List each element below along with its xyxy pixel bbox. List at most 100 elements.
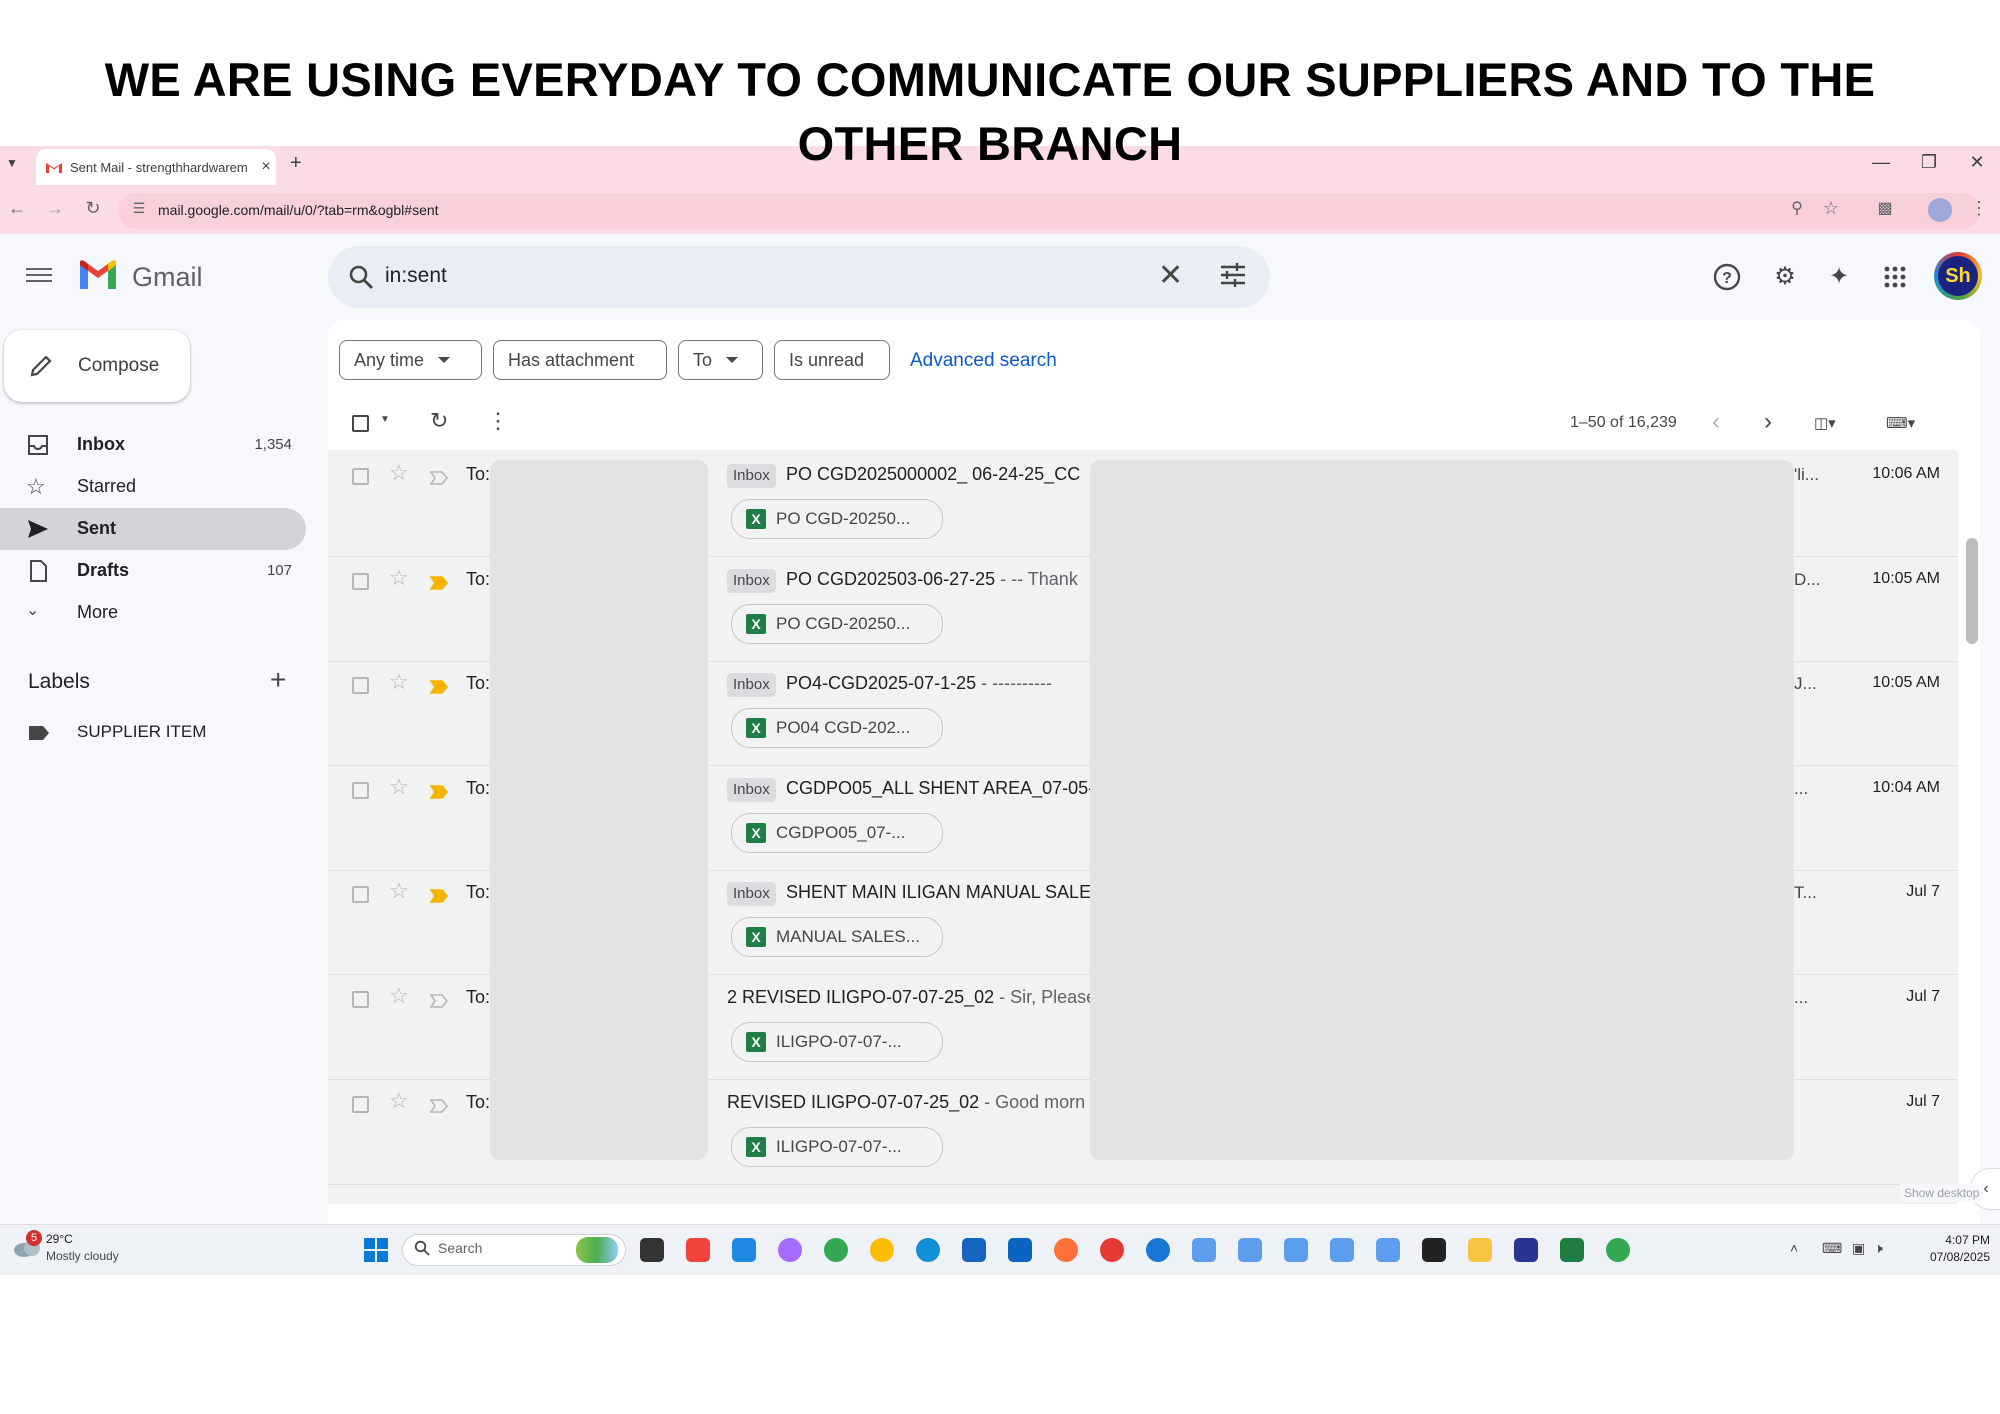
url-text[interactable]: mail.google.com/mail/u/0/?tab=rm&ogbl#se… — [158, 202, 439, 218]
row-checkbox[interactable] — [352, 677, 369, 694]
select-caret-icon[interactable]: ▼ — [380, 414, 390, 425]
remote-app-5-icon[interactable] — [1376, 1238, 1400, 1262]
copilot-icon[interactable] — [778, 1238, 802, 1262]
importance-marker-icon[interactable] — [429, 680, 449, 694]
chrome-active-icon[interactable] — [1100, 1238, 1124, 1262]
window-close-icon[interactable]: ✕ — [1962, 152, 1992, 173]
add-label-icon[interactable]: + — [270, 664, 286, 696]
attachment-chip[interactable]: X MANUAL SALES... — [731, 917, 943, 957]
store-icon[interactable] — [962, 1238, 986, 1262]
file-explorer-alt-icon[interactable] — [732, 1238, 756, 1262]
apps-grid-icon[interactable] — [1880, 262, 1910, 292]
message-subject[interactable]: PO CGD2025000002_ 06-24-25_CC — [786, 464, 1090, 485]
attachment-chip[interactable]: X ILIGPO-07-07-... — [731, 1022, 943, 1062]
star-icon[interactable]: ☆ — [389, 878, 409, 904]
excel-icon[interactable] — [1560, 1238, 1584, 1262]
search-icon[interactable] — [348, 264, 374, 290]
back-icon[interactable]: ← — [4, 198, 30, 219]
importance-marker-icon[interactable] — [429, 576, 449, 590]
star-icon[interactable]: ☆ — [389, 669, 409, 695]
reload-icon[interactable]: ↻ — [80, 198, 106, 219]
importance-marker-icon[interactable] — [429, 994, 449, 1008]
select-all-checkbox[interactable] — [352, 415, 369, 432]
filter-is-unread[interactable]: Is unread — [774, 340, 890, 380]
importance-marker-icon[interactable] — [429, 471, 449, 485]
extensions-icon[interactable]: ▩ — [1872, 198, 1898, 218]
refresh-icon[interactable]: ↻ — [430, 408, 448, 434]
outlook-icon[interactable] — [1008, 1238, 1032, 1262]
zoom-icon[interactable]: ⚲ — [1784, 198, 1810, 218]
attachment-chip[interactable]: X PO CGD-20250... — [731, 499, 943, 539]
star-icon[interactable]: ☆ — [389, 774, 409, 800]
show-hidden-icons-icon[interactable]: ˄ — [1790, 1240, 1798, 1256]
anydesk-icon[interactable] — [686, 1238, 710, 1262]
search-bar[interactable] — [328, 246, 1270, 308]
message-subject[interactable]: 2 REVISED ILIGPO-07-07-25_02 - Sir, Plea… — [727, 987, 1090, 1008]
settings-gear-icon[interactable]: ⚙ — [1770, 262, 1800, 292]
tab-list-icon[interactable]: ▼ — [6, 156, 18, 170]
main-menu-icon[interactable] — [26, 264, 52, 284]
chrome-badge-icon[interactable] — [1606, 1238, 1630, 1262]
more-options-icon[interactable]: ⋮ — [487, 408, 509, 434]
search-options-icon[interactable] — [1218, 262, 1248, 288]
chrome-icon[interactable] — [824, 1238, 848, 1262]
split-pane-icon[interactable]: ◫▾ — [1814, 414, 1836, 432]
older-page-icon[interactable]: › — [1764, 408, 1772, 436]
scrollbar-thumb[interactable] — [1966, 538, 1978, 644]
sticky-notes-icon[interactable] — [1422, 1238, 1446, 1262]
help-icon[interactable]: ? — [1712, 262, 1742, 292]
filter-to[interactable]: To — [678, 340, 763, 380]
star-icon[interactable]: ☆ — [389, 1088, 409, 1114]
importance-marker-icon[interactable] — [429, 1099, 449, 1113]
profile-avatar-icon[interactable] — [1928, 198, 1952, 222]
chrome-profile-icon[interactable] — [870, 1238, 894, 1262]
star-icon[interactable]: ☆ — [389, 460, 409, 486]
search-input[interactable]: in:sent — [385, 264, 447, 288]
message-subject[interactable]: REVISED ILIGPO-07-07-25_02 - Good morn — [727, 1092, 1090, 1113]
compose-label[interactable]: Compose — [78, 355, 159, 377]
browser-menu-icon[interactable]: ⋮ — [1966, 198, 1992, 219]
site-info-icon[interactable]: ☰ — [126, 200, 152, 217]
account-avatar[interactable]: Sh — [1934, 252, 1982, 300]
filter-has-attachment[interactable]: Has attachment — [493, 340, 667, 380]
gmail-logo-icon[interactable] — [78, 259, 118, 291]
label-supplier-item[interactable]: SUPPLIER ITEM — [77, 722, 206, 742]
barcode-app-icon[interactable] — [1514, 1238, 1538, 1262]
volume-icon[interactable]: 🕨 — [1874, 1240, 1883, 1257]
attachment-chip[interactable]: X CGDPO05_07-... — [731, 813, 943, 853]
network-icon[interactable]: ▣ — [1852, 1240, 1865, 1257]
folder-icon[interactable] — [1468, 1238, 1492, 1262]
importance-marker-icon[interactable] — [429, 889, 449, 903]
keyboard-icon[interactable]: ⌨ — [1822, 1240, 1842, 1257]
firefox-icon[interactable] — [1054, 1238, 1078, 1262]
message-subject[interactable]: PO CGD202503-06-27-25 - -- Thank — [786, 569, 1090, 590]
bookmark-star-icon[interactable]: ☆ — [1818, 198, 1844, 219]
importance-marker-icon[interactable] — [429, 785, 449, 799]
task-view-icon[interactable] — [640, 1238, 664, 1262]
windows-start-icon[interactable] — [364, 1238, 388, 1262]
edge-icon[interactable] — [916, 1238, 940, 1262]
message-subject[interactable]: PO4-CGD2025-07-1-25 - ---------- — [786, 673, 1090, 694]
gemini-sparkle-icon[interactable]: ✦ — [1824, 262, 1854, 292]
clear-search-icon[interactable]: ✕ — [1158, 258, 1183, 293]
star-icon[interactable]: ☆ — [389, 565, 409, 591]
attachment-chip[interactable]: X PO04 CGD-202... — [731, 708, 943, 748]
advanced-search-link[interactable]: Advanced search — [910, 350, 1057, 372]
message-subject[interactable]: CGDPO05_ALL SHENT AREA_07-05- — [786, 778, 1090, 799]
row-checkbox[interactable] — [352, 573, 369, 590]
message-subject[interactable]: SHENT MAIN ILIGAN MANUAL SALES — [786, 882, 1090, 903]
taskbar-clock[interactable]: 4:07 PM 07/08/2025 — [1900, 1232, 1990, 1266]
row-checkbox[interactable] — [352, 782, 369, 799]
newer-page-icon[interactable]: ‹ — [1712, 408, 1720, 436]
row-checkbox[interactable] — [352, 1096, 369, 1113]
row-checkbox[interactable] — [352, 991, 369, 1008]
forward-icon[interactable]: → — [42, 198, 68, 219]
remote-app-1-icon[interactable] — [1192, 1238, 1216, 1262]
input-tools-icon[interactable]: ⌨▾ — [1886, 414, 1915, 432]
remote-app-2-icon[interactable] — [1238, 1238, 1262, 1262]
network-app-icon[interactable] — [1146, 1238, 1170, 1262]
star-icon[interactable]: ☆ — [389, 983, 409, 1009]
remote-app-3-icon[interactable] — [1284, 1238, 1308, 1262]
attachment-chip[interactable]: X ILIGPO-07-07-... — [731, 1127, 943, 1167]
row-checkbox[interactable] — [352, 468, 369, 485]
